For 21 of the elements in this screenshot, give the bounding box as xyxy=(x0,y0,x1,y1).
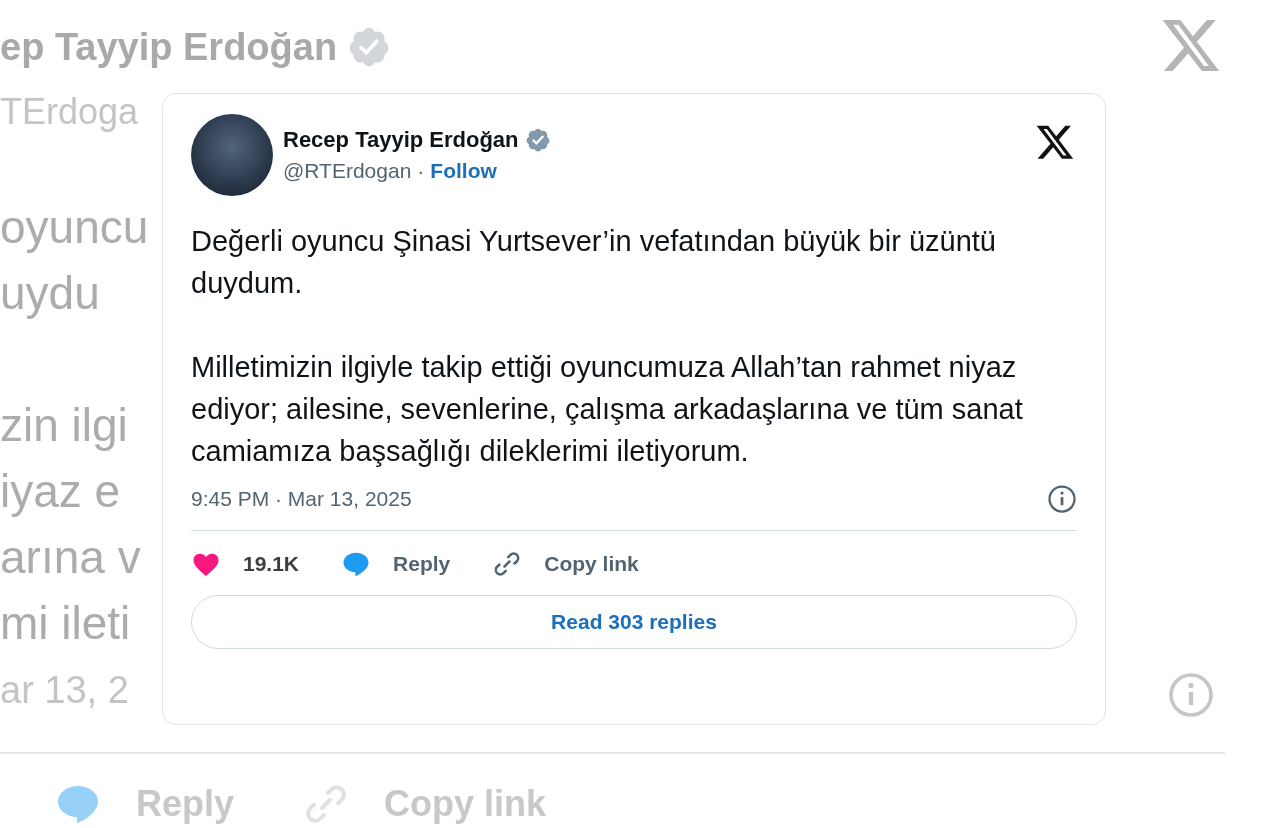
read-replies-button[interactable]: Read 303 replies xyxy=(191,595,1077,649)
like-button[interactable]: 19.1K xyxy=(191,545,300,583)
author-handle: @RTErdogan xyxy=(283,159,412,183)
separator-dot: · xyxy=(417,159,425,183)
author-name[interactable]: Recep Tayyip Erdoğan xyxy=(283,127,519,153)
tweet-timestamp[interactable]: 9:45 PM · Mar 13, 2025 xyxy=(191,487,412,511)
tweet-text-line: uydu xyxy=(0,266,100,321)
tweet-text-line: oyuncu xyxy=(0,200,149,255)
info-icon[interactable] xyxy=(1047,484,1077,514)
copy-button[interactable]: Copy link xyxy=(492,545,639,583)
tweet-date: ar 13, 2 xyxy=(0,668,129,713)
tweet-paragraph: Değerli oyuncu Şinasi Yurtsever’in vefatından büyük bir üzüntü duydum. xyxy=(191,224,997,301)
follow-link[interactable]: Follow xyxy=(430,159,497,183)
author-name: ep Tayyip Erdoğan xyxy=(0,25,338,70)
reply-button[interactable]: Reply xyxy=(341,545,451,583)
tweet-text-line: iyaz e xyxy=(0,464,121,519)
tweet-paragraph: Milletimizin ilgiyle takip ettiği oyuncumuza Allah’tan rahmet niyaz ediyor; ailesine, sevenlerine, çalışma arkadaşlarına ve tüm sanat camiamıza başsağlığı dileklerimi iletiyorum. xyxy=(191,350,1024,469)
author-handle: TErdoga xyxy=(0,90,140,134)
tweet-text-line: mi ileti xyxy=(0,596,131,651)
tweet-text-line: zin ilgi xyxy=(0,398,128,453)
tweet-text-line: arına v xyxy=(0,530,141,585)
